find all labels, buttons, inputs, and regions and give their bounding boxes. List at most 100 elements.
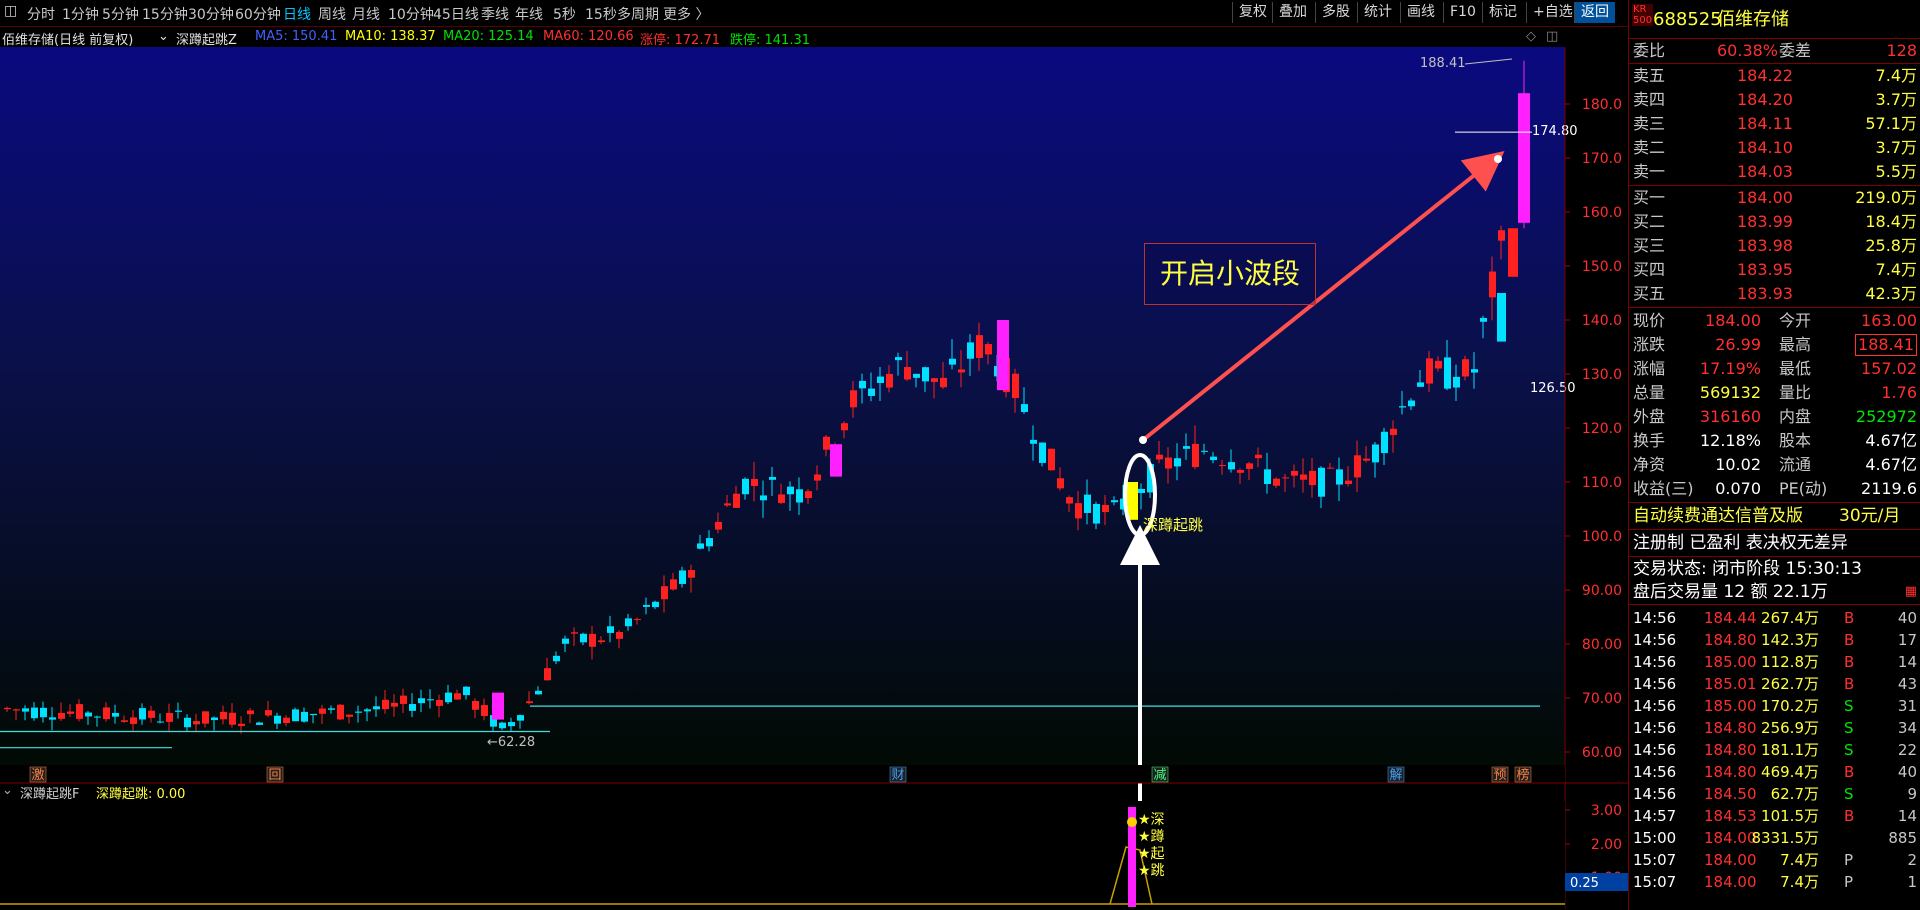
period-tab[interactable]: 10分钟 xyxy=(388,4,434,24)
period-tab[interactable]: 多周期 xyxy=(617,4,659,24)
candle-body xyxy=(1138,488,1145,493)
bid-row[interactable]: 买四 183.95 7.4万 xyxy=(1629,258,1920,282)
toolbar-button[interactable]: 标记 xyxy=(1482,2,1523,23)
tick-time: 14:56 xyxy=(1633,653,1677,671)
tick-count: 17 xyxy=(1897,631,1917,649)
panel-toggle-icon[interactable]: ◫ xyxy=(1546,29,1558,44)
candle-body xyxy=(265,710,272,716)
level-volume: 5.5万 xyxy=(1875,162,1917,181)
candle-body xyxy=(607,626,614,633)
tick-row: 15:00 184.00 8331.5万 885 xyxy=(1629,827,1920,849)
last-candle xyxy=(1518,93,1530,218)
indicator-current-value: 0.25 xyxy=(1570,876,1599,891)
indicator-panel-value: 深蹲起跳: 0.00 xyxy=(96,787,186,802)
period-tab[interactable]: 15秒 xyxy=(585,4,617,24)
promo-price[interactable]: 30元/月 xyxy=(1839,504,1900,528)
candle-body xyxy=(733,493,740,508)
market-tag: KR 500 xyxy=(1632,4,1654,26)
chart-header: 佰维存储(日线 前复权) ⌄ 深蹲起跳Z MA5: 150.41 MA10: 1… xyxy=(0,27,1565,48)
tick-time: 14:56 xyxy=(1633,785,1677,803)
price-tick-label: 110.0 xyxy=(1582,475,1622,491)
candle-body xyxy=(769,476,776,480)
tick-time: 15:00 xyxy=(1633,829,1677,847)
tick-count: 2 xyxy=(1907,851,1917,869)
level-volume: 25.8万 xyxy=(1865,236,1917,255)
candle-body xyxy=(742,478,749,495)
indicator-name[interactable]: 深蹲起跳Z xyxy=(176,29,237,48)
layout-icon[interactable]: ◫ xyxy=(4,3,17,19)
calc-icon[interactable]: ▦ xyxy=(1905,580,1917,604)
tick-row: 14:56 184.44 267.4万 B 40 xyxy=(1629,607,1920,629)
candle-body xyxy=(976,335,983,358)
period-tab[interactable]: 季线 xyxy=(481,4,509,24)
ask-row[interactable]: 卖一 184.03 5.5万 xyxy=(1629,160,1920,184)
tick-time: 14:56 xyxy=(1633,763,1677,781)
toolbar-button[interactable]: 多股 xyxy=(1315,2,1356,23)
price-tick-label: 80.00 xyxy=(1582,637,1622,653)
candle-body xyxy=(1489,271,1496,298)
ma20-value: MA20: 125.14 xyxy=(443,29,534,44)
candle-body xyxy=(760,495,767,501)
ask-row[interactable]: 卖三 184.11 57.1万 xyxy=(1629,112,1920,136)
period-tab[interactable]: 日线 xyxy=(283,4,311,24)
candle-body xyxy=(256,722,263,725)
price-tick-label: 60.00 xyxy=(1582,745,1622,761)
period-tab[interactable]: 分时 xyxy=(27,4,55,24)
period-tab[interactable]: 45日线 xyxy=(433,4,479,24)
candle-body xyxy=(1255,454,1262,459)
price-marker-label: 188.41 xyxy=(1420,56,1466,71)
candle-body xyxy=(400,695,407,704)
ask-row[interactable]: 卖二 184.10 3.7万 xyxy=(1629,136,1920,160)
toolbar-button[interactable]: 统计 xyxy=(1357,2,1398,23)
indicator-header: ⌄ 深蹲起跳F 深蹲起跳: 0.00 xyxy=(0,781,1565,802)
period-tab[interactable]: 5分钟 xyxy=(102,4,139,24)
quote-value: 569132 xyxy=(1699,383,1761,402)
price-tick-label: 170.0 xyxy=(1582,151,1622,167)
candle-body xyxy=(238,723,245,727)
candle-body xyxy=(121,720,128,722)
level-volume: 3.7万 xyxy=(1875,90,1917,109)
period-tab[interactable]: 30分钟 xyxy=(188,4,234,24)
chevron-down-icon[interactable]: ⌄ xyxy=(2,783,13,798)
diamond-icon[interactable]: ◇ xyxy=(1526,29,1536,44)
toolbar-button[interactable]: 画线 xyxy=(1400,2,1441,23)
candle-body xyxy=(499,722,506,729)
candle-body xyxy=(382,699,389,710)
quote-value: 188.41 xyxy=(1855,334,1917,356)
candle-body xyxy=(112,712,119,717)
candle-body xyxy=(373,706,380,710)
period-tab[interactable]: 60分钟 xyxy=(235,4,281,24)
bid-row[interactable]: 买一 184.00 219.0万 xyxy=(1629,186,1920,210)
period-tab[interactable]: 1分钟 xyxy=(62,4,99,24)
toolbar-button[interactable]: 叠加 xyxy=(1272,2,1313,23)
tick-row: 15:07 184.00 7.4万 P 2 xyxy=(1629,849,1920,871)
toolbar-button[interactable]: 复权 xyxy=(1232,2,1273,23)
period-tab[interactable]: 更多 〉 xyxy=(663,4,709,24)
tick-time: 14:56 xyxy=(1633,719,1677,737)
price-tick-label: 130.0 xyxy=(1582,367,1622,383)
ask-row[interactable]: 卖五 184.22 7.4万 xyxy=(1629,64,1920,88)
bid-row[interactable]: 买五 183.93 42.3万 xyxy=(1629,282,1920,306)
period-tab[interactable]: 15分钟 xyxy=(142,4,188,24)
candle-body xyxy=(895,357,902,361)
bid-row[interactable]: 买二 183.99 18.4万 xyxy=(1629,210,1920,234)
tick-direction: B xyxy=(1844,675,1855,693)
ma60-value: MA60: 120.66 xyxy=(543,29,634,44)
candle-body xyxy=(427,699,434,701)
bid-row[interactable]: 买三 183.98 25.8万 xyxy=(1629,234,1920,258)
signal-star: ★蹲 xyxy=(1138,829,1165,845)
period-tab[interactable]: 周线 xyxy=(318,4,346,24)
ask-row[interactable]: 卖四 184.20 3.7万 xyxy=(1629,88,1920,112)
toolbar-button[interactable]: +自选 xyxy=(1526,2,1579,23)
chevron-down-icon[interactable]: ⌄ xyxy=(158,29,169,44)
period-tab[interactable]: 5秒 xyxy=(553,4,576,24)
period-toolbar: ◫ 分时 1分钟 5分钟 15分钟 30分钟 60分钟 日线 周线 月线 10分钟 45日线 季线 年线… xyxy=(0,0,1628,27)
toolbar-button[interactable]: F10 xyxy=(1443,2,1482,23)
period-tab[interactable]: 月线 xyxy=(352,4,380,24)
indicator-panel-name[interactable]: 深蹲起跳F xyxy=(20,783,79,802)
toolbar-button[interactable]: 返回 xyxy=(1574,2,1615,23)
candle-body xyxy=(1291,470,1298,476)
period-tab[interactable]: 年线 xyxy=(515,4,543,24)
candle-body xyxy=(1345,480,1352,485)
promo-text[interactable]: 自动续费通达信普及版 xyxy=(1633,504,1803,528)
